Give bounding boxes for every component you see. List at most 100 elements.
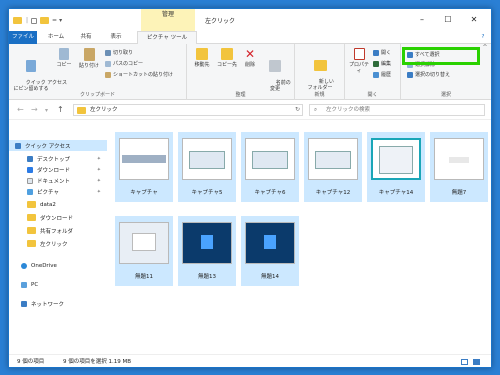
file-name: キャプチャ6 xyxy=(254,190,286,196)
thumbnail xyxy=(119,138,169,180)
nav-downloads[interactable]: ダウンロード ✦ xyxy=(9,164,107,175)
nav-label: ドキュメント xyxy=(37,178,71,185)
properties-label: プロパティ xyxy=(348,62,369,74)
nav-label: ダウンロード xyxy=(37,167,71,174)
details-view-icon[interactable] xyxy=(461,359,468,365)
paste-shortcut-button[interactable]: ショートカットの貼り付け xyxy=(105,71,173,78)
new-folder-icon[interactable] xyxy=(40,17,50,24)
up-icon[interactable]: ↑ xyxy=(57,105,64,114)
customize-quick-access-icon[interactable]: = xyxy=(52,17,57,24)
refresh-icon[interactable]: ↻ xyxy=(295,106,300,113)
close-button[interactable]: ✕ xyxy=(463,13,485,27)
open-label: 開く xyxy=(381,50,392,56)
paste-shortcut-label: ショートカットの貼り付け xyxy=(113,72,174,78)
tab-home[interactable]: ホーム xyxy=(43,31,69,44)
properties-button[interactable]: プロパティ xyxy=(347,48,371,74)
file-name: キャプチャ12 xyxy=(315,190,351,196)
nav-label: PC xyxy=(31,281,39,288)
forward-icon[interactable]: → xyxy=(31,105,38,114)
nav-label: ネットワーク xyxy=(31,301,65,308)
nav-label: data2 xyxy=(40,201,56,208)
paste-label: 貼り付け xyxy=(78,63,99,69)
cut-button[interactable]: 切り取り xyxy=(105,49,133,56)
move-to-button[interactable]: 移動先 xyxy=(191,48,213,68)
minimize-button[interactable]: – xyxy=(411,13,433,27)
path-text: 左クリック xyxy=(90,107,118,113)
copy-path-button[interactable]: パスのコピー xyxy=(105,60,143,67)
file-name: 無題13 xyxy=(198,274,216,280)
nav-label: OneDrive xyxy=(31,262,57,269)
history-label: 履歴 xyxy=(381,72,392,78)
copy-button[interactable]: コピー xyxy=(53,48,75,68)
history-icon xyxy=(373,71,379,78)
pin-icon: ✦ xyxy=(96,188,101,195)
nav-folder-downloads[interactable]: ダウンロード xyxy=(9,212,107,223)
open-button[interactable]: 開く xyxy=(373,49,391,56)
status-bar: 9 個の項目 9 個の項目を選択 1.19 MB xyxy=(9,354,491,367)
context-tab-manage: 管理 xyxy=(141,9,195,31)
nav-folder-data2[interactable]: data2 xyxy=(9,199,107,210)
nav-onedrive[interactable]: OneDrive xyxy=(9,260,107,271)
path-box[interactable]: 左クリック xyxy=(73,104,303,116)
file-tile[interactable]: キャプチャ6 xyxy=(241,132,299,202)
divider: | xyxy=(26,17,29,24)
tab-file[interactable]: ファイル xyxy=(9,31,37,44)
file-tile[interactable]: 無題7 xyxy=(430,132,488,202)
nav-folder-left-click[interactable]: 左クリック xyxy=(9,238,107,249)
nav-label: デスクトップ xyxy=(37,156,71,163)
nav-desktop[interactable]: デスクトップ ✦ xyxy=(9,153,107,164)
nav-pictures[interactable]: ピクチャ ✦ xyxy=(9,186,107,197)
back-icon[interactable]: ← xyxy=(17,105,24,114)
file-name: キャプチャ14 xyxy=(378,190,414,196)
tab-picture-tools[interactable]: ピクチャ ツール xyxy=(137,31,197,44)
file-tile[interactable]: 無題11 xyxy=(115,216,173,286)
help-icon[interactable]: ? xyxy=(477,31,489,44)
nav-documents[interactable]: ドキュメント ✦ xyxy=(9,175,107,186)
group-label-clipboard: クリップボード xyxy=(79,92,115,98)
cloud-icon xyxy=(21,262,27,269)
delete-button[interactable]: ✕ 削除 xyxy=(241,48,259,68)
file-tile[interactable]: キャプチャ12 xyxy=(304,132,362,202)
file-name: キャプチャ xyxy=(130,190,158,196)
history-button[interactable]: 履歴 xyxy=(373,71,391,78)
documents-icon xyxy=(27,177,33,184)
tab-view[interactable]: 表示 xyxy=(105,31,127,44)
group-open: プロパティ 開く 編集 履歴 開く xyxy=(345,44,401,100)
group-clipboard: クイック アクセス にピン留めする コピー 貼り付け 切り取り パスのコピー シ… xyxy=(9,44,187,100)
file-tile[interactable]: キャプチャ5 xyxy=(178,132,236,202)
scissors-icon xyxy=(105,49,111,56)
copy-label: コピー xyxy=(56,62,72,68)
paste-button[interactable]: 貼り付け xyxy=(77,48,101,69)
copy-to-button[interactable]: コピー先 xyxy=(215,48,239,68)
item-count: 9 個の項目 xyxy=(17,359,45,365)
properties-icon[interactable] xyxy=(31,17,38,24)
nav-network[interactable]: ネットワーク xyxy=(9,298,107,309)
nav-pc[interactable]: PC xyxy=(9,279,107,290)
file-tile[interactable]: キャプチャ xyxy=(115,132,173,202)
copy-path-label: パスのコピー xyxy=(113,61,144,67)
invert-selection-button[interactable]: 選択の切り替え xyxy=(407,71,450,78)
file-tile[interactable]: 無題13 xyxy=(178,216,236,286)
folder-icon xyxy=(27,227,36,234)
tab-share[interactable]: 共有 xyxy=(75,31,97,44)
search-input[interactable]: ⌕ 左クリックの検索 xyxy=(309,104,485,116)
explorer-window: | = ▾ 管理 左クリック – ☐ ✕ ファイル ホーム 共有 表示 ピクチャ… xyxy=(8,8,492,368)
file-tile[interactable]: 無題14 xyxy=(241,216,299,286)
file-tile[interactable]: キャプチャ14 xyxy=(367,132,425,202)
thumbnail xyxy=(434,138,484,180)
pictures-icon xyxy=(27,188,33,195)
paste-icon xyxy=(83,48,95,61)
maximize-button[interactable]: ☐ xyxy=(437,13,459,27)
large-icons-view-icon[interactable] xyxy=(473,359,480,365)
search-placeholder: 左クリックの検索 xyxy=(326,107,371,113)
edit-button[interactable]: 編集 xyxy=(373,60,391,67)
nav-folder-shared[interactable]: 共有フォルダ xyxy=(9,225,107,236)
collapse-ribbon-icon[interactable]: ^ xyxy=(479,44,491,100)
chevron-down-icon[interactable]: ▾ xyxy=(59,17,62,24)
nav-quick-access[interactable]: クイック アクセス xyxy=(9,140,107,151)
pc-icon xyxy=(21,281,27,288)
cut-label: 切り取り xyxy=(113,50,134,56)
recent-chevron-icon[interactable]: ▾ xyxy=(45,107,48,114)
pin-icon: ✦ xyxy=(96,177,101,184)
new-folder-button[interactable]: 新しい フォルダー xyxy=(303,48,337,97)
